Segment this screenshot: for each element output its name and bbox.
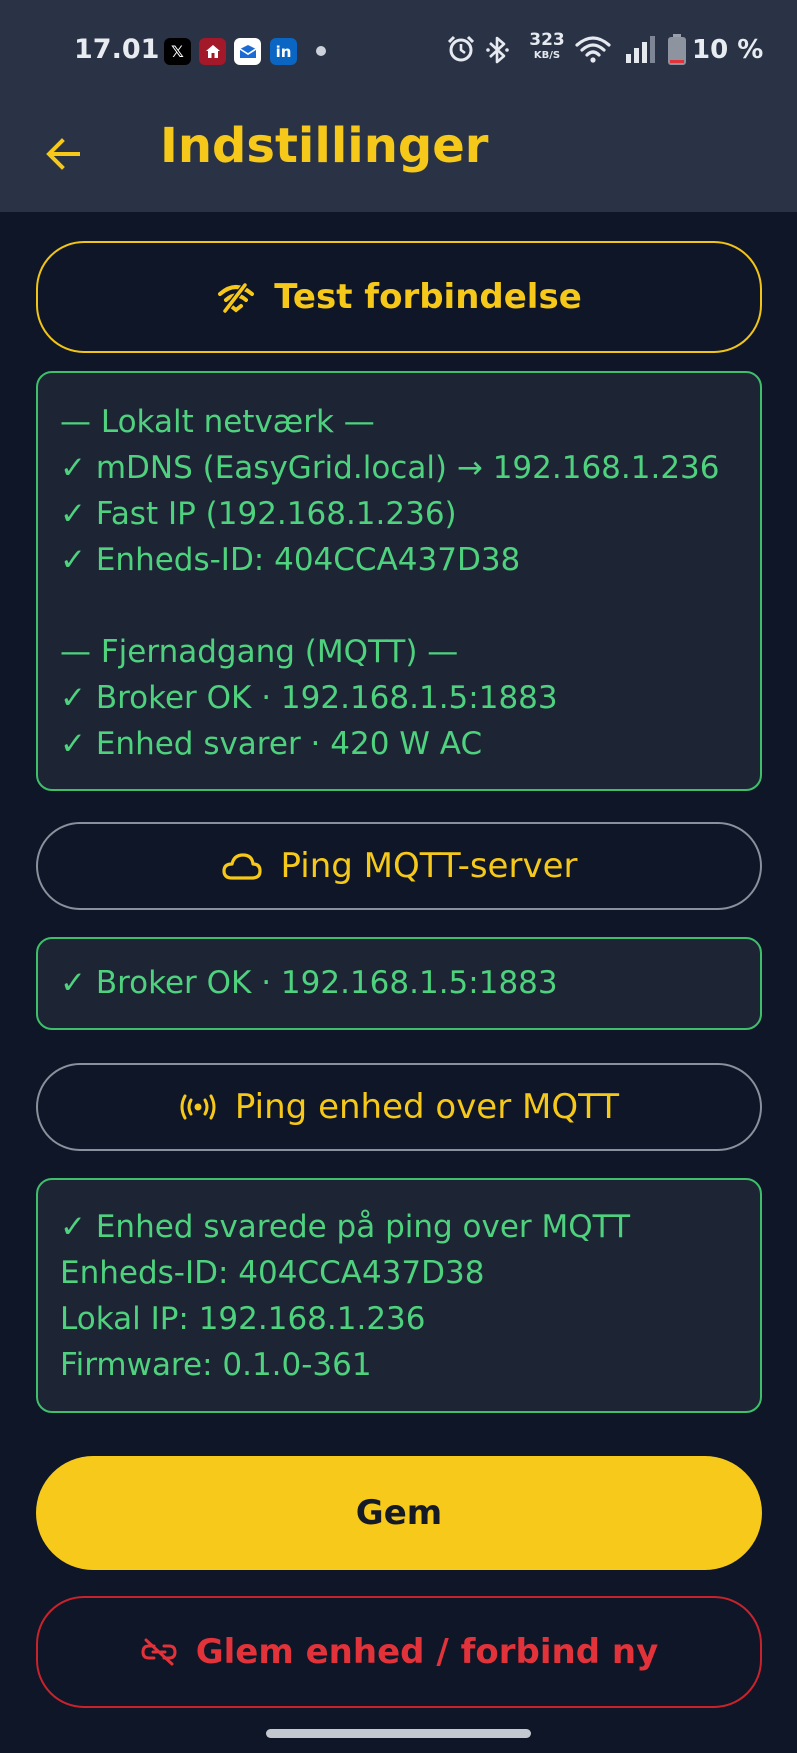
result-line: Lokal IP: 192.168.1.236 <box>60 1301 426 1337</box>
result-line: ✓ Enhed svarer · 420 W AC <box>60 726 483 762</box>
ping-device-button[interactable]: Ping enhed over MQTT <box>36 1063 762 1151</box>
save-button[interactable]: Gem <box>36 1456 762 1570</box>
result-line: ✓ Enhed svarede på ping over MQTT <box>60 1209 631 1245</box>
test-connection-label: Test forbindelse <box>274 277 582 317</box>
home-app-icon <box>199 38 226 65</box>
page-title: Indstillinger <box>160 118 489 174</box>
app-bar: Indstillinger <box>0 100 797 212</box>
home-indicator[interactable] <box>266 1729 531 1738</box>
ping-device-result-panel: ✓ Enhed svarede på ping over MQTT Enheds… <box>36 1178 762 1413</box>
ping-server-result-panel: ✓ Broker OK · 192.168.1.5:1883 <box>36 937 762 1030</box>
result-line: ✓ Broker OK · 192.168.1.5:1883 <box>60 965 558 1001</box>
link-off-icon <box>141 1638 177 1666</box>
ping-device-label: Ping enhed over MQTT <box>234 1087 620 1127</box>
wifi-signal-icon <box>218 282 255 314</box>
linkedin-icon: in <box>270 38 297 65</box>
result-line <box>60 583 738 629</box>
x-icon: 𝕏 <box>164 38 191 65</box>
network-speed-value: 323 <box>529 30 565 50</box>
forget-device-label: Glem enhed / forbind ny <box>195 1632 659 1672</box>
battery-icon <box>668 34 686 65</box>
result-line: — Lokalt netværk — <box>60 404 375 440</box>
cloud-icon <box>221 853 262 880</box>
result-line: ✓ mDNS (EasyGrid.local) → 192.168.1.236 <box>60 450 720 486</box>
cell-signal-icon <box>626 36 655 63</box>
ping-mqtt-server-label: Ping MQTT-server <box>280 846 578 886</box>
mail-app-icon <box>234 38 261 65</box>
broadcast-icon <box>180 1094 216 1120</box>
back-arrow-icon[interactable] <box>40 130 88 178</box>
test-result-panel: — Lokalt netværk — ✓ mDNS (EasyGrid.loca… <box>36 371 762 791</box>
save-label: Gem <box>355 1493 443 1533</box>
more-notifications-dot <box>316 46 326 56</box>
alarm-icon <box>447 35 475 62</box>
wifi-icon <box>575 36 611 63</box>
battery-percent: 10 % <box>692 35 764 65</box>
result-line: Firmware: 0.1.0-361 <box>60 1347 372 1383</box>
network-speed-unit: KB/S <box>533 50 561 61</box>
result-line: Enheds-ID: 404CCA437D38 <box>60 1255 485 1291</box>
status-time: 17.01 <box>74 34 160 65</box>
result-line: ✓ Enheds-ID: 404CCA437D38 <box>60 542 521 578</box>
result-line: — Fjernadgang (MQTT) — <box>60 634 459 670</box>
status-bar: 17.01 𝕏 in 323 KB/S 10 % <box>0 0 797 100</box>
forget-device-button[interactable]: Glem enhed / forbind ny <box>36 1596 762 1708</box>
bluetooth-icon <box>486 36 509 64</box>
result-line: ✓ Fast IP (192.168.1.236) <box>60 496 457 532</box>
test-connection-button[interactable]: Test forbindelse <box>36 241 762 353</box>
ping-mqtt-server-button[interactable]: Ping MQTT-server <box>36 822 762 910</box>
network-speed: 323 KB/S <box>527 32 567 62</box>
result-line: ✓ Broker OK · 192.168.1.5:1883 <box>60 680 558 716</box>
